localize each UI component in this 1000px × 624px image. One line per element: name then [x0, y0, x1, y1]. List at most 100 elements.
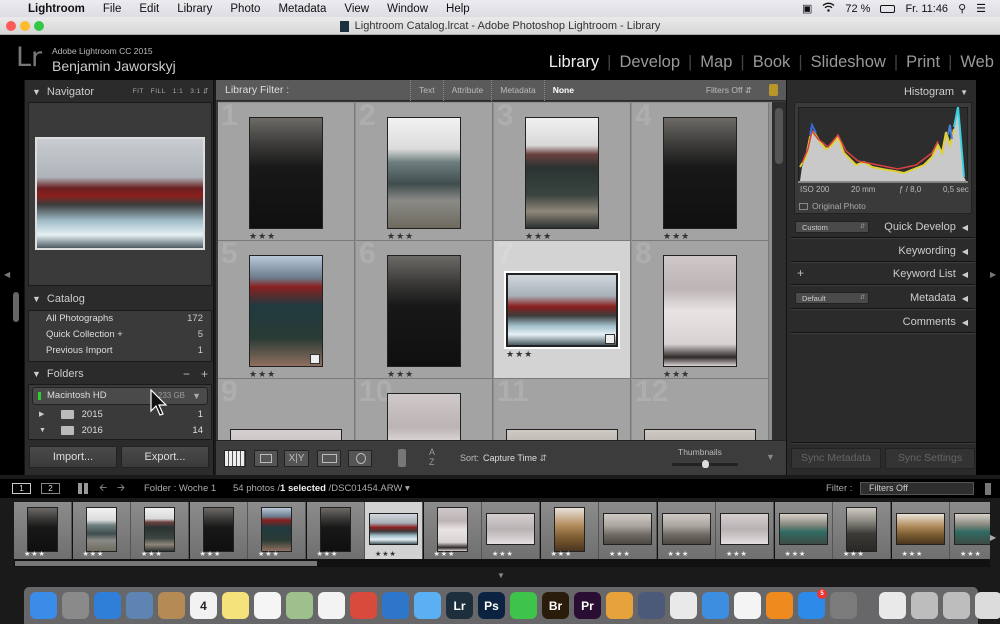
menu-photo[interactable]: Photo — [230, 3, 260, 15]
star-rating[interactable]: ★★★ — [249, 231, 276, 240]
photo-thumbnail[interactable] — [506, 429, 618, 440]
filmstrip-cell[interactable]: ★★★ — [540, 502, 599, 559]
filmstrip-thumbnail[interactable] — [720, 513, 769, 545]
keywording-header[interactable]: Keywording ◀ — [788, 241, 968, 261]
dock-numbers-icon[interactable] — [670, 592, 697, 619]
filmstrip-cell[interactable]: ★★★ — [365, 502, 423, 559]
star-rating[interactable]: ★★★ — [258, 550, 280, 558]
star-rating[interactable]: ★★★ — [492, 550, 514, 558]
star-rating[interactable]: ★★★ — [663, 369, 690, 378]
zoom-window-button[interactable] — [34, 21, 44, 31]
grid-cell[interactable]: 2 ★★★ — [356, 103, 493, 241]
filmstrip-thumbnail[interactable] — [603, 513, 652, 545]
dock-reminders-icon[interactable] — [254, 592, 281, 619]
star-rating[interactable]: ★★★ — [434, 550, 456, 558]
filter-metadata[interactable]: Metadata — [491, 80, 543, 101]
filmstrip-thumbnail[interactable] — [369, 513, 418, 545]
grid-scroll-thumb[interactable] — [775, 108, 783, 164]
thumbnail-size-slider[interactable] — [672, 460, 738, 468]
histogram-chart[interactable] — [798, 107, 968, 183]
dock-itunes-icon[interactable] — [734, 592, 761, 619]
filmstrip-cell[interactable]: ★★★ — [248, 502, 306, 559]
filmstrip-cell[interactable]: ★★★ — [833, 502, 891, 559]
filmstrip-count[interactable]: 54 photos /1 selected /DSC01454.ARW ▾ — [233, 479, 410, 498]
grid-view-button[interactable] — [224, 450, 246, 467]
menu-view[interactable]: View — [344, 3, 369, 15]
star-rating[interactable]: ★★★ — [525, 231, 552, 240]
filmstrip-thumbnail[interactable] — [261, 507, 292, 552]
menu-library[interactable]: Library — [177, 3, 212, 15]
star-rating[interactable]: ★★★ — [843, 550, 865, 558]
photo-thumbnail[interactable] — [230, 429, 342, 440]
dock-launchpad-icon[interactable] — [62, 592, 89, 619]
dock-trash-icon[interactable] — [975, 592, 1000, 619]
star-rating[interactable]: ★★★ — [375, 550, 397, 558]
folder-item-2016[interactable]: ▼ 2016 14 — [29, 423, 211, 439]
wifi-icon[interactable] — [822, 2, 835, 15]
star-rating[interactable]: ★★★ — [960, 550, 982, 558]
remove-folder-button[interactable]: − — [183, 364, 190, 384]
filter-attribute[interactable]: Attribute — [442, 80, 492, 101]
sync-metadata-button[interactable]: Sync Metadata — [791, 448, 881, 469]
folder-item-2015[interactable]: ▶ 2015 1 — [29, 407, 211, 423]
module-web[interactable]: Web — [960, 53, 994, 72]
filmstrip-scroll-thumb[interactable] — [15, 561, 317, 566]
filmstrip-thumbnail[interactable] — [27, 507, 58, 552]
checkbox-icon[interactable] — [799, 203, 808, 211]
star-rating[interactable]: ★★★ — [387, 231, 414, 240]
collapse-filmstrip-icon[interactable]: ▼ — [497, 571, 505, 580]
photo-thumbnail[interactable] — [525, 117, 599, 229]
filmstrip-thumbnail[interactable] — [778, 513, 828, 545]
painter-spray-can-icon[interactable] — [398, 449, 406, 467]
photo-thumbnail[interactable] — [249, 117, 323, 229]
filmstrip-cell[interactable]: ★★★ — [423, 502, 482, 559]
star-rating[interactable]: ★★★ — [24, 550, 46, 558]
grid-cell[interactable]: 7 ★★★ — [494, 241, 631, 379]
catalog-header[interactable]: ▼ Catalog — [28, 289, 212, 309]
minimize-window-button[interactable] — [20, 21, 30, 31]
menu-metadata[interactable]: Metadata — [278, 3, 326, 15]
photo-thumbnail[interactable] — [663, 117, 737, 229]
star-rating[interactable]: ★★★ — [609, 550, 631, 558]
dock-maps-icon[interactable] — [286, 592, 313, 619]
dock-lightroom-icon[interactable]: Lr — [446, 592, 473, 619]
zoom-1-1[interactable]: 1:1 — [173, 88, 184, 95]
star-rating[interactable]: ★★★ — [387, 369, 414, 378]
module-slideshow[interactable]: Slideshow — [811, 53, 886, 72]
star-rating[interactable]: ★★★ — [317, 550, 339, 558]
star-rating[interactable]: ★★★ — [663, 231, 690, 240]
volume-menu-icon[interactable]: ▼ — [192, 388, 201, 404]
disclosure-arrow-icon[interactable]: ▶ — [39, 407, 44, 423]
star-rating[interactable]: ★★★ — [506, 349, 533, 360]
dock-safari-icon[interactable] — [94, 592, 121, 619]
thumbnail-size-knob[interactable] — [702, 460, 709, 468]
filmstrip-cell[interactable]: ★★★ — [189, 502, 248, 559]
grid-cell[interactable]: 11 — [494, 379, 631, 440]
people-view-button[interactable] — [348, 450, 372, 467]
zoom-3-1[interactable]: 3:1 — [190, 88, 201, 95]
star-rating[interactable]: ★★★ — [726, 550, 748, 558]
photo-thumbnail[interactable] — [387, 255, 461, 367]
dock-keynote-icon[interactable] — [702, 592, 729, 619]
dock-screenshot-1-icon[interactable] — [911, 592, 938, 619]
folders-header[interactable]: ▼ Folders − + — [28, 364, 212, 384]
filmstrip-thumbnail[interactable] — [954, 513, 990, 545]
photo-thumbnail[interactable] — [663, 255, 737, 367]
filmstrip-thumbnail[interactable] — [895, 513, 945, 545]
dock-bridge-icon[interactable]: Br — [542, 592, 569, 619]
dock-notes-icon[interactable] — [222, 592, 249, 619]
photo-thumbnail[interactable] — [387, 117, 461, 229]
loupe-view-button[interactable] — [254, 450, 278, 467]
catalog-item-all-photographs[interactable]: All Photographs 172 — [29, 311, 211, 327]
left-panel-scrollbar[interactable] — [13, 292, 19, 322]
star-rating[interactable]: ★★★ — [551, 550, 573, 558]
dock-imovie-icon[interactable] — [638, 592, 665, 619]
filmstrip-cell[interactable]: ★★★ — [14, 502, 72, 559]
filmstrip-cell[interactable]: ★★★ — [306, 502, 365, 559]
grid-cell[interactable]: 3 ★★★ — [494, 103, 631, 241]
filmstrip-thumbnail[interactable] — [553, 507, 585, 552]
sync-settings-button[interactable]: Sync Settings — [885, 448, 975, 469]
filmstrip-cell[interactable]: ★★★ — [950, 502, 990, 559]
star-rating[interactable]: ★★★ — [200, 550, 222, 558]
menu-file[interactable]: File — [103, 3, 122, 15]
